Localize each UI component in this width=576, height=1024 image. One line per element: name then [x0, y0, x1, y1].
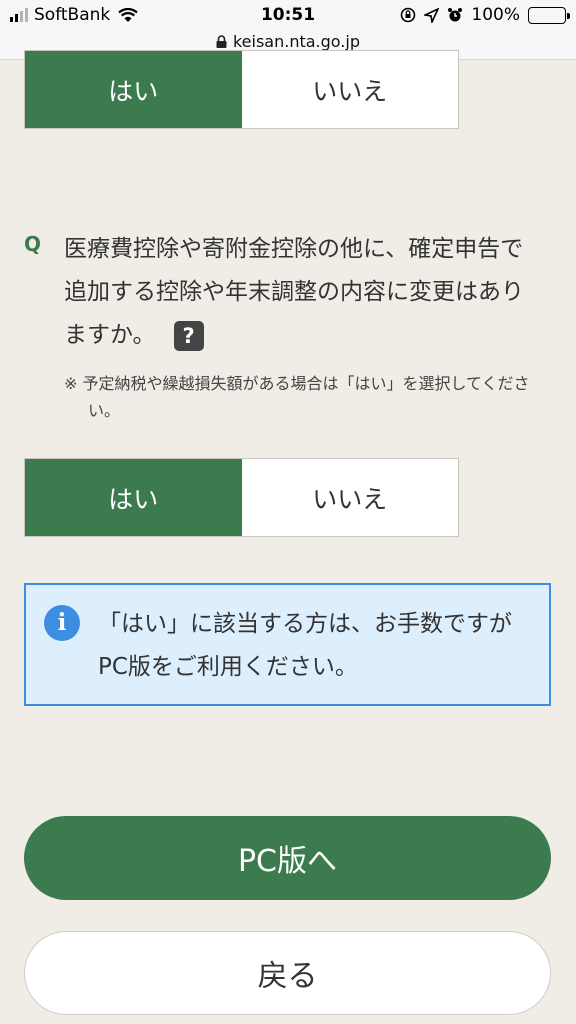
- question-note: ※ 予定納税や繰越損失額がある場合は「はい」を選択してください。: [64, 374, 530, 420]
- status-right: 100%: [400, 5, 570, 25]
- yes-option[interactable]: はい: [25, 51, 242, 128]
- info-box: i 「はい」に該当する方は、お手数ですがPC版をご利用ください。: [24, 583, 551, 706]
- rotation-lock-icon: [401, 7, 416, 23]
- alarm-icon: [448, 8, 463, 22]
- info-text: 「はい」に該当する方は、お手数ですがPC版をご利用ください。: [98, 611, 512, 680]
- help-icon[interactable]: ?: [173, 320, 204, 351]
- url-text: keisan.nta.go.jp: [232, 32, 360, 51]
- battery-icon: [528, 6, 570, 24]
- no-option[interactable]: いいえ: [242, 51, 459, 128]
- location-icon: [424, 7, 440, 23]
- answer-choice: はい いいえ: [24, 458, 459, 537]
- back-button[interactable]: 戻る: [24, 931, 551, 1015]
- question-body: 医療費控除や寄附金控除の他に、確定申告で追加する控除や年末調整の内容に変更はあり…: [64, 236, 524, 348]
- pc-version-button[interactable]: PC版へ: [24, 816, 551, 900]
- battery-percent: 100%: [471, 5, 520, 25]
- question-text: 医療費控除や寄附金控除の他に、確定申告で追加する控除や年末調整の内容に変更はあり…: [64, 228, 544, 357]
- info-icon: i: [44, 605, 80, 641]
- lock-icon: [216, 35, 227, 48]
- previous-question-choice: はい いいえ: [24, 50, 459, 129]
- yes-option[interactable]: はい: [25, 459, 242, 536]
- address-bar[interactable]: keisan.nta.go.jp: [0, 32, 576, 51]
- question-mark: Q: [24, 232, 42, 256]
- no-option[interactable]: いいえ: [242, 459, 459, 536]
